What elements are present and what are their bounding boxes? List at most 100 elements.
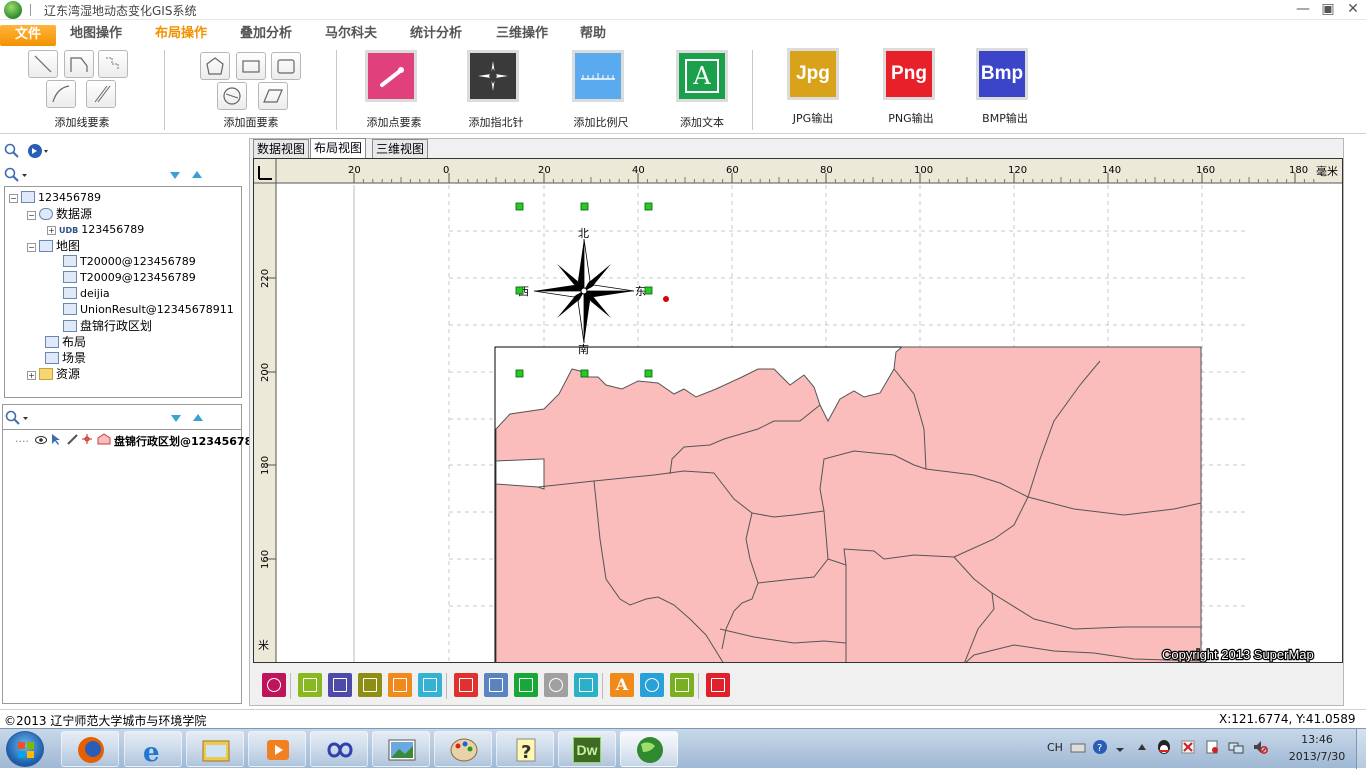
north-arrow-element[interactable]	[533, 238, 635, 344]
clock-time[interactable]: 13:46	[1297, 733, 1337, 746]
add-rectangle-button[interactable]	[236, 52, 266, 80]
maximize-button[interactable]: ▣	[1315, 0, 1341, 18]
collapse-icon[interactable]: −	[27, 211, 36, 220]
ime-options-icon[interactable]	[1115, 739, 1125, 758]
taskbar-app-infinity[interactable]	[310, 731, 368, 767]
tree-maps[interactable]: − 地图	[27, 238, 80, 254]
layout-canvas[interactable]: 北 南 西 东 Copyright 2013 SuperMap 毫米 米 20 0…	[253, 158, 1343, 663]
tab-data-view[interactable]: 数据视图	[253, 139, 310, 158]
tree-root[interactable]: −123456789	[9, 190, 101, 206]
bmp-export-button[interactable]: Bmp	[976, 48, 1028, 100]
tab-layout-view[interactable]: 布局视图	[310, 138, 367, 158]
taskbar-media[interactable]	[248, 731, 306, 767]
taskbar-paint[interactable]	[434, 731, 492, 767]
freehand-tool-button[interactable]	[388, 673, 412, 697]
close-button[interactable]: ✕	[1340, 0, 1366, 18]
export-tool-button[interactable]	[706, 673, 730, 697]
add-straight-line-button[interactable]	[28, 50, 58, 78]
add-rounded-rectangle-button[interactable]	[271, 52, 301, 80]
language-indicator[interactable]: CH	[1047, 741, 1063, 754]
add-text-button[interactable]: A	[676, 50, 728, 102]
add-polyline-button[interactable]	[64, 50, 94, 78]
scalebar-tool-button[interactable]	[670, 673, 694, 697]
taskbar-picture-viewer[interactable]	[372, 731, 430, 767]
add-scalebar-button[interactable]	[572, 50, 624, 102]
menu-file[interactable]: 文件	[0, 25, 56, 46]
volume-muted-icon[interactable]	[1252, 739, 1268, 758]
taskbar-dreamweaver[interactable]: Dw	[558, 731, 616, 767]
show-desktop-button[interactable]	[1356, 729, 1366, 769]
parallelogram-tool-button[interactable]	[574, 673, 598, 697]
tree-datasource-item[interactable]: + UDB 123456789	[47, 222, 144, 238]
tree-scenes[interactable]: 场景	[45, 350, 86, 366]
add-bezier-button[interactable]	[98, 50, 128, 78]
visible-eye-icon[interactable]	[34, 434, 47, 450]
rounded-rect-tool-button[interactable]	[514, 673, 538, 697]
qq-icon[interactable]	[1156, 739, 1172, 758]
tree-resources[interactable]: + 资源	[27, 366, 80, 382]
add-point-button[interactable]	[365, 50, 417, 102]
menu-overlay-analysis[interactable]: 叠加分析	[234, 24, 298, 46]
collapse-icon[interactable]: −	[27, 243, 36, 252]
tree-layouts[interactable]: 布局	[45, 334, 86, 350]
taskbar-gis-app[interactable]	[620, 731, 678, 767]
taskbar-explorer[interactable]	[186, 731, 244, 767]
workspace-search-icon[interactable]	[4, 143, 20, 162]
district-region[interactable]	[495, 346, 1202, 663]
layer-move-down-icon[interactable]	[169, 411, 183, 428]
add-north-arrow-button[interactable]	[467, 50, 519, 102]
map-element[interactable]	[494, 346, 1202, 663]
tree-map-item[interactable]: UnionResult@12345678911	[63, 302, 234, 318]
menu-3d-ops[interactable]: 三维操作	[490, 24, 554, 46]
layer-search-icon[interactable]	[5, 410, 31, 426]
navigate-forward-icon[interactable]	[27, 143, 49, 159]
add-parallel-line-button[interactable]	[86, 80, 116, 108]
network-icon[interactable]	[1228, 739, 1244, 758]
taskbar-firefox[interactable]	[61, 731, 119, 767]
move-up-icon[interactable]	[190, 168, 204, 185]
menu-statistics[interactable]: 统计分析	[404, 24, 468, 46]
expand-icon[interactable]: +	[47, 226, 56, 235]
text-tool-button[interactable]: A	[610, 673, 634, 697]
png-export-button[interactable]: Png	[883, 48, 935, 100]
collapse-icon[interactable]: −	[9, 194, 18, 203]
flag-icon[interactable]	[1180, 739, 1196, 758]
layer-move-up-icon[interactable]	[191, 411, 205, 428]
add-parallelogram-button[interactable]	[258, 82, 288, 110]
compass-tool-button[interactable]	[640, 673, 664, 697]
rotation-handle[interactable]	[663, 296, 669, 302]
start-button[interactable]	[6, 731, 44, 767]
show-hidden-icons[interactable]	[1136, 741, 1148, 756]
rectangle-tool-button[interactable]	[484, 673, 508, 697]
selectable-arrow-icon[interactable]	[50, 433, 62, 450]
line-tool-button[interactable]	[298, 673, 322, 697]
add-polygon-button[interactable]	[200, 52, 230, 80]
move-down-icon[interactable]	[168, 168, 182, 185]
menu-markov[interactable]: 马尔科夫	[319, 24, 383, 46]
taskbar-ie[interactable]: e	[124, 731, 182, 768]
security-icon[interactable]	[1204, 739, 1220, 758]
keyboard-icon[interactable]	[1070, 741, 1086, 758]
expand-icon[interactable]: +	[27, 371, 36, 380]
tree-map-item[interactable]: T20009@123456789	[63, 270, 196, 286]
tab-3d-view[interactable]: 三维视图	[372, 139, 429, 158]
snap-cross-icon[interactable]	[81, 433, 93, 450]
tree-search-icon[interactable]	[4, 167, 30, 183]
menu-help[interactable]: 帮助	[574, 24, 612, 46]
tree-map-item[interactable]: T20000@123456789	[63, 254, 196, 270]
curve-tool-button[interactable]	[358, 673, 382, 697]
editable-pen-icon[interactable]	[66, 433, 78, 450]
parallel-line-tool-button[interactable]	[418, 673, 442, 697]
tree-map-item[interactable]: 盘锦行政区划	[63, 318, 152, 334]
layer-row[interactable]: ···· 盘锦行政区划@123456789	[15, 433, 260, 449]
minimize-button[interactable]: —	[1290, 0, 1316, 18]
polyline-tool-button[interactable]	[328, 673, 352, 697]
jpg-export-button[interactable]: Jpg	[787, 48, 839, 100]
menu-map-ops[interactable]: 地图操作	[64, 24, 128, 46]
add-curve-button[interactable]	[46, 80, 76, 108]
tree-map-item[interactable]: deijia	[63, 286, 110, 302]
menu-layout-ops[interactable]: 布局操作	[149, 24, 213, 46]
point-tool-button[interactable]	[262, 673, 286, 697]
polygon-tool-button[interactable]	[454, 673, 478, 697]
clock-date[interactable]: 2013/7/30	[1284, 750, 1350, 763]
